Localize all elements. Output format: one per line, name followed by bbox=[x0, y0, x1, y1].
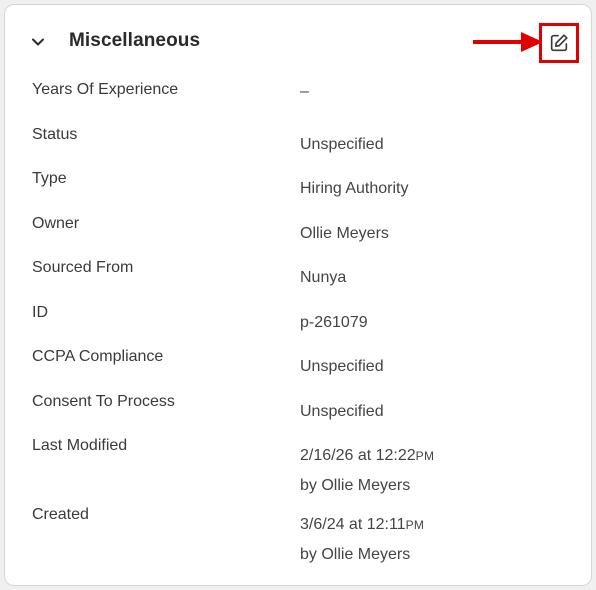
modified-meridiem: PM bbox=[415, 449, 435, 463]
created-timestamp: 3/6/24 at 12:11PM bbox=[300, 510, 424, 540]
field-value: Ollie Meyers bbox=[300, 225, 389, 242]
modified-by: by Ollie Meyers bbox=[300, 477, 411, 494]
modified-date-time: 2/16/26 at 12:22 bbox=[300, 447, 416, 464]
field-value: Unspecified bbox=[300, 358, 384, 375]
field-label: CCPA Compliance bbox=[32, 348, 164, 365]
modified-timestamp: 2/16/26 at 12:22PM bbox=[300, 441, 434, 471]
field-label: Years Of Experience bbox=[32, 81, 179, 98]
section-title: Miscellaneous bbox=[69, 30, 201, 51]
field-value: Unspecified bbox=[300, 403, 384, 420]
field-value: 3/6/24 at 12:11PM by Ollie Meyers bbox=[300, 510, 424, 569]
field-label: Owner bbox=[32, 215, 80, 232]
field-value: Hiring Authority bbox=[300, 180, 409, 197]
panel-header: Miscellaneous bbox=[5, 5, 591, 81]
miscellaneous-panel: Miscellaneous Years Of Experience – Stat… bbox=[4, 4, 592, 586]
field-label: Status bbox=[32, 126, 78, 143]
field-value: Nunya bbox=[300, 269, 347, 286]
field-value: 2/16/26 at 12:22PM by Ollie Meyers bbox=[300, 441, 434, 500]
field-value: Unspecified bbox=[300, 136, 384, 153]
field-label: Type bbox=[32, 170, 67, 187]
edit-button[interactable] bbox=[539, 23, 579, 63]
annotation-arrow-icon bbox=[473, 32, 543, 52]
field-value: p-261079 bbox=[300, 314, 368, 331]
edit-icon bbox=[550, 34, 568, 52]
field-label: Last Modified bbox=[32, 437, 128, 454]
created-meridiem: PM bbox=[405, 518, 425, 532]
created-by: by Ollie Meyers bbox=[300, 546, 411, 563]
field-label: Sourced From bbox=[32, 259, 134, 276]
field-value: – bbox=[300, 83, 309, 100]
created-date-time: 3/6/24 at 12:11 bbox=[300, 516, 406, 533]
field-label: ID bbox=[32, 304, 48, 321]
chevron-down-icon[interactable] bbox=[29, 33, 47, 51]
field-label: Consent To Process bbox=[32, 393, 175, 410]
field-label: Created bbox=[32, 506, 89, 523]
